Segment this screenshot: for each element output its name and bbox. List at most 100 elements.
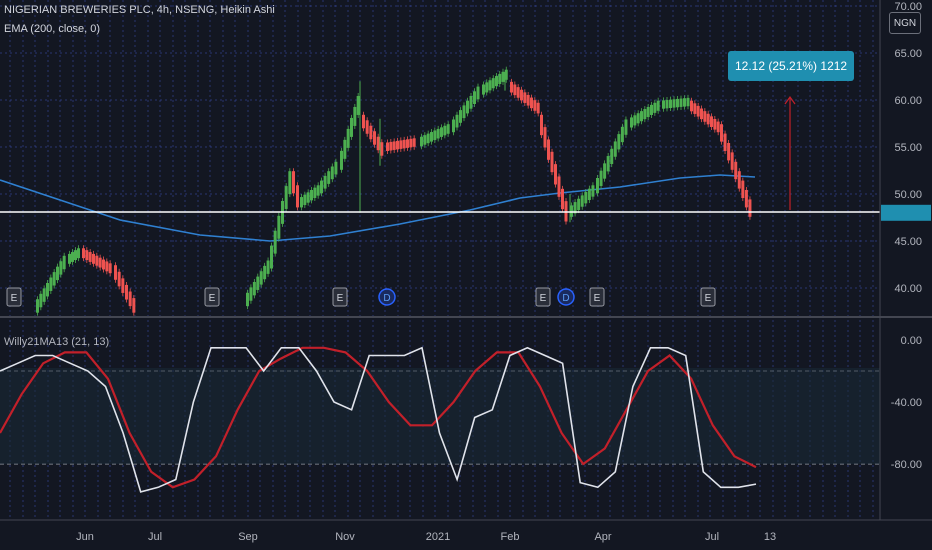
candle-body bbox=[596, 177, 599, 194]
candle-body bbox=[426, 133, 430, 144]
time-tick-label: Apr bbox=[594, 531, 611, 543]
time-tick-label: Nov bbox=[335, 531, 355, 543]
currency-badge[interactable]: NGN bbox=[889, 12, 921, 34]
candle-body bbox=[446, 124, 450, 134]
candle-body bbox=[85, 250, 89, 261]
candle-body bbox=[516, 87, 520, 98]
candle-body bbox=[686, 97, 690, 107]
candle-body bbox=[98, 257, 102, 268]
candle-body bbox=[513, 84, 517, 96]
candle-body bbox=[365, 120, 369, 134]
candle-body bbox=[723, 133, 727, 151]
current-price-marker bbox=[881, 204, 931, 221]
candle-body bbox=[288, 171, 292, 195]
time-tick-label: Jul bbox=[705, 531, 719, 543]
candle-body bbox=[350, 117, 353, 137]
candle-body bbox=[643, 109, 647, 120]
candle-body bbox=[330, 166, 334, 180]
candle-body bbox=[498, 73, 502, 85]
candle-body bbox=[389, 141, 393, 151]
candle-body bbox=[386, 142, 389, 151]
candle-body bbox=[292, 171, 295, 194]
candle-body bbox=[310, 190, 313, 201]
osc-tick-label: 0.00 bbox=[901, 335, 922, 347]
candle-body bbox=[476, 86, 480, 100]
candle-body bbox=[734, 161, 738, 180]
candle-body bbox=[373, 131, 376, 145]
candle-body bbox=[132, 298, 136, 313]
candle-body bbox=[256, 276, 260, 290]
candle-body bbox=[636, 113, 640, 124]
candle-body bbox=[380, 142, 384, 156]
measure-label: 12.12 (25.21%) 1212 bbox=[728, 51, 855, 81]
candle-body bbox=[46, 282, 49, 297]
event-marker-label: D bbox=[383, 293, 390, 304]
candle-body bbox=[402, 139, 406, 149]
candle-body bbox=[52, 272, 56, 286]
candle-body bbox=[409, 138, 413, 148]
candle-body bbox=[561, 188, 564, 210]
candle-body bbox=[433, 130, 437, 141]
candle-body bbox=[710, 116, 713, 127]
candle-body bbox=[125, 284, 128, 300]
candle-body bbox=[584, 192, 588, 204]
time-tick-label: Jul bbox=[148, 531, 162, 543]
price-tick-label: 40.00 bbox=[894, 283, 922, 295]
candle-body bbox=[716, 121, 720, 133]
candle-body bbox=[613, 141, 617, 157]
candle-body bbox=[399, 140, 403, 149]
candle-body bbox=[452, 119, 455, 133]
candle-body bbox=[577, 198, 581, 211]
candle-body bbox=[653, 102, 657, 113]
candle-body bbox=[266, 260, 270, 274]
candle-body bbox=[406, 139, 409, 148]
time-tick-label: Jun bbox=[76, 531, 94, 543]
candle-body bbox=[617, 134, 621, 150]
legend-oscillator[interactable]: Willy21MA13 (21, 13) bbox=[4, 336, 109, 348]
candle-body bbox=[540, 114, 543, 136]
candle-body bbox=[117, 271, 121, 287]
candle-body bbox=[543, 127, 547, 148]
candle-body bbox=[591, 185, 595, 197]
candle-body bbox=[533, 100, 537, 111]
event-marker-label: E bbox=[594, 293, 601, 304]
candle-body bbox=[526, 94, 530, 106]
candle-body bbox=[68, 253, 71, 264]
chart-area[interactable]: EEEDEDEE 70.0065.0060.0055.0050.0045.004… bbox=[0, 0, 932, 550]
candle-body bbox=[36, 299, 39, 313]
candle-body bbox=[77, 248, 80, 259]
candle-body bbox=[42, 288, 46, 302]
candle-body bbox=[420, 136, 423, 147]
candle-body bbox=[580, 195, 584, 207]
candle-body bbox=[700, 108, 703, 120]
candle-body bbox=[443, 125, 447, 136]
candle-body bbox=[88, 252, 92, 262]
candle-body bbox=[599, 170, 603, 186]
candle-body bbox=[624, 119, 628, 135]
candle-body bbox=[646, 106, 650, 118]
candle-body bbox=[713, 118, 717, 130]
event-marker-label: E bbox=[540, 293, 547, 304]
candle-body bbox=[334, 161, 338, 175]
candle-body bbox=[430, 132, 433, 142]
candle-body bbox=[491, 78, 495, 89]
event-marker-label: E bbox=[705, 293, 712, 304]
chart-background bbox=[0, 0, 932, 550]
legend-ema[interactable]: EMA (200, close, 0) bbox=[4, 23, 100, 35]
candle-body bbox=[676, 98, 679, 108]
candle-body bbox=[316, 185, 320, 196]
candle-body bbox=[610, 148, 614, 165]
candle-body bbox=[300, 197, 303, 208]
candle-body bbox=[246, 292, 249, 307]
osc-tick-label: -40.00 bbox=[891, 397, 922, 409]
candle-body bbox=[727, 143, 731, 161]
candle-body bbox=[462, 105, 466, 119]
candle-body bbox=[277, 215, 281, 239]
candle-body bbox=[466, 100, 469, 114]
candle-body bbox=[606, 156, 610, 172]
candle-body bbox=[459, 110, 462, 123]
candle-body bbox=[346, 128, 350, 148]
legend-symbol[interactable]: NIGERIAN BREWERIES PLC, 4h, NSENG, Heiki… bbox=[4, 4, 275, 16]
candle-body bbox=[482, 84, 485, 95]
price-tick-label: 65.00 bbox=[894, 48, 922, 60]
